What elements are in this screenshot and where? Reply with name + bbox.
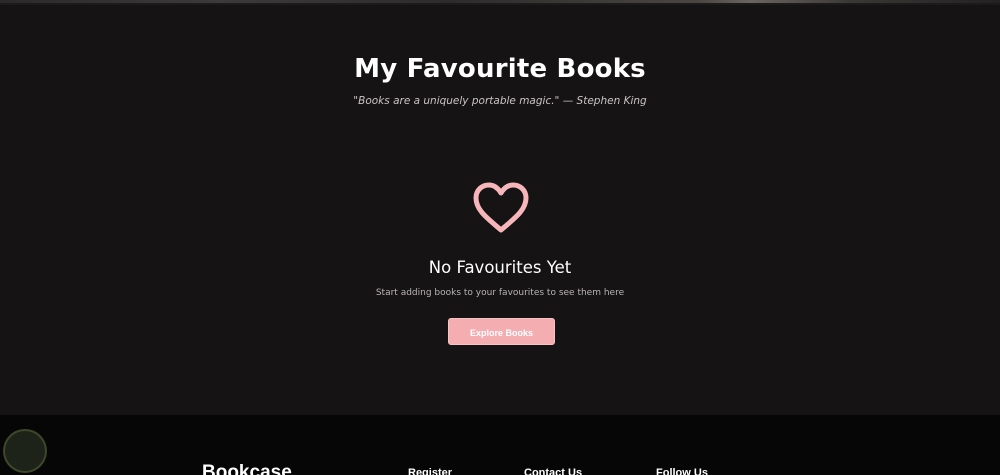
favourites-section: My Favourite Books "Books are a uniquely…	[0, 0, 1000, 415]
page-quote: "Books are a uniquely portable magic." —…	[353, 95, 647, 107]
footer-register-link[interactable]: Register	[408, 467, 452, 475]
footer-brand[interactable]: Bookcase	[202, 462, 292, 475]
footer-contact-link[interactable]: Contact Us	[524, 467, 582, 475]
empty-state-subtitle: Start adding books to your favourites to…	[375, 288, 625, 298]
explore-books-button[interactable]: Explore Books	[448, 318, 555, 345]
empty-state-title: No Favourites Yet	[428, 258, 572, 277]
favourites-page: My Favourite Books "Books are a uniquely…	[0, 0, 1000, 475]
page-title: My Favourite Books	[354, 54, 646, 84]
heart-outline-svg	[473, 182, 529, 233]
shield-logo-icon	[3, 429, 47, 473]
site-footer	[0, 415, 1000, 475]
footer-follow-link[interactable]: Follow Us	[656, 467, 708, 475]
heart-outline-icon	[471, 180, 531, 236]
